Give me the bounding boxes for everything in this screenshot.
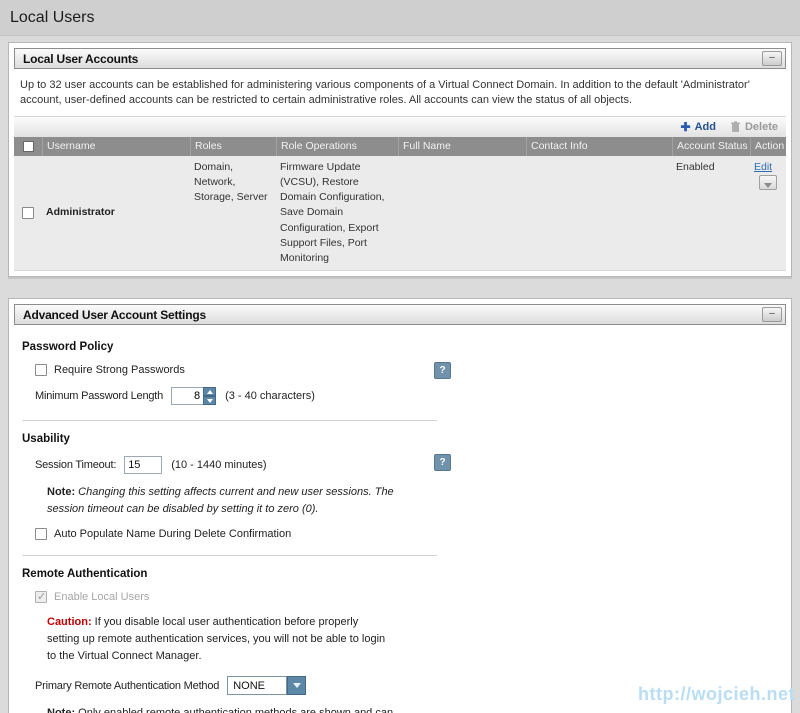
min-password-length-input[interactable] (171, 387, 203, 405)
plus-icon: ✚ (681, 122, 691, 132)
trash-icon (730, 121, 741, 133)
col-action: Action (750, 137, 786, 156)
page-root: Local Users Local User Accounts − Up to … (0, 0, 800, 713)
session-timeout-hint: (10 - 1440 minutes) (171, 459, 266, 471)
col-account-status: Account Status (672, 137, 750, 156)
row-role-operations: Firmware Update (VCSU), Restore Domain C… (276, 156, 398, 271)
col-username: Username (42, 137, 190, 156)
select-all-cell (14, 137, 42, 156)
min-password-length-stepper (171, 387, 216, 405)
stepper-up-icon[interactable] (203, 387, 216, 396)
caution-label: Caution: (47, 616, 92, 628)
panel-title: Advanced User Account Settings (23, 308, 206, 322)
watermark: http://wojcieh.net (638, 684, 795, 705)
primary-remote-auth-label: Primary Remote Authentication Method (35, 680, 219, 692)
section-divider (22, 555, 437, 556)
session-timeout-row: Session Timeout: (10 - 1440 minutes) ? (35, 456, 786, 474)
page-title-bar: Local Users (0, 0, 800, 36)
note-text: Changing this setting affects current an… (47, 486, 394, 515)
auto-populate-label-wrap: Auto Populate Name During Delete Confirm… (35, 528, 291, 540)
password-policy-help-button[interactable]: ? (434, 362, 451, 379)
settings-form: Password Policy Require Strong Passwords… (14, 325, 786, 713)
section-divider (22, 420, 437, 421)
session-timeout-input[interactable] (124, 456, 162, 474)
enable-local-users-label: Enable Local Users (54, 591, 149, 603)
minimize-button[interactable]: − (762, 307, 782, 322)
remote-auth-note: Note: Only enabled remote authentication… (47, 705, 399, 713)
edit-link[interactable]: Edit (754, 161, 772, 173)
add-button[interactable]: ✚ Add (681, 121, 716, 133)
usability-heading: Usability (22, 433, 786, 445)
table-toolbar: ✚ Add Delete (14, 116, 786, 137)
chevron-down-icon (764, 183, 772, 188)
col-full-name: Full Name (398, 137, 526, 156)
remote-auth-heading: Remote Authentication (22, 568, 786, 580)
auto-populate-row: Auto Populate Name During Delete Confirm… (35, 528, 786, 540)
select-dropdown-button[interactable] (287, 676, 306, 695)
session-timeout-note: Note: Changing this setting affects curr… (47, 484, 399, 517)
col-role-operations: Role Operations (276, 137, 398, 156)
auto-populate-label: Auto Populate Name During Delete Confirm… (54, 528, 291, 540)
row-action-menu-button[interactable] (759, 175, 777, 190)
min-password-length-label: Minimum Password Length (35, 390, 163, 402)
minimize-button[interactable]: − (762, 51, 782, 66)
add-button-label: Add (695, 121, 716, 133)
row-account-status: Enabled (672, 156, 750, 271)
note-label: Note: (47, 486, 75, 498)
require-strong-passwords-checkbox[interactable] (35, 364, 47, 376)
note-label: Note: (47, 707, 75, 713)
remote-auth-caution: Caution: If you disable local user authe… (47, 614, 392, 665)
delete-button-label: Delete (745, 121, 778, 133)
stepper-down-icon[interactable] (203, 396, 216, 405)
require-strong-passwords-row: Require Strong Passwords ? (35, 364, 786, 376)
session-timeout-label: Session Timeout: (35, 459, 116, 471)
page-title: Local Users (10, 9, 94, 27)
primary-remote-auth-select[interactable]: NONE (227, 676, 306, 695)
panel-description: Up to 32 user accounts can be establishe… (20, 78, 780, 109)
usability-help-button[interactable]: ? (434, 454, 451, 471)
enable-local-users-row: Enable Local Users (35, 591, 786, 603)
advanced-settings-panel: Advanced User Account Settings − Passwor… (8, 298, 792, 713)
password-policy-heading: Password Policy (22, 341, 786, 353)
row-roles: Domain, Network, Storage, Server (190, 156, 276, 271)
auto-populate-checkbox[interactable] (35, 528, 47, 540)
col-roles: Roles (190, 137, 276, 156)
min-password-length-row: Minimum Password Length (3 - 40 characte… (35, 387, 786, 405)
row-username: Administrator (46, 205, 115, 220)
note-text: Only enabled remote authentication metho… (47, 707, 393, 713)
select-all-checkbox[interactable] (23, 141, 34, 152)
enable-local-users-label-wrap: Enable Local Users (35, 591, 149, 603)
row-action-cell: Edit (750, 156, 786, 271)
delete-button[interactable]: Delete (730, 121, 778, 133)
require-strong-passwords-label-wrap: Require Strong Passwords (35, 364, 185, 376)
row-contact-info (526, 156, 672, 271)
enable-local-users-checkbox (35, 591, 47, 603)
stepper-buttons (203, 387, 216, 405)
min-password-length-hint: (3 - 40 characters) (225, 390, 315, 402)
require-strong-passwords-label: Require Strong Passwords (54, 364, 185, 376)
col-contact-info: Contact Info (526, 137, 672, 156)
advanced-settings-header: Advanced User Account Settings − (14, 304, 786, 325)
row-checkbox-cell (14, 156, 42, 271)
panel-title: Local User Accounts (23, 52, 138, 66)
local-user-accounts-panel: Local User Accounts − Up to 32 user acco… (8, 42, 792, 277)
row-username-cell: Administrator (42, 156, 190, 271)
table-header: Username Roles Role Operations Full Name… (14, 137, 786, 156)
local-user-accounts-header: Local User Accounts − (14, 48, 786, 69)
row-full-name (398, 156, 526, 271)
caution-text: If you disable local user authentication… (47, 616, 385, 662)
row-checkbox[interactable] (22, 207, 34, 219)
selected-value: NONE (227, 676, 287, 695)
table-row: Administrator Domain, Network, Storage, … (14, 156, 786, 272)
